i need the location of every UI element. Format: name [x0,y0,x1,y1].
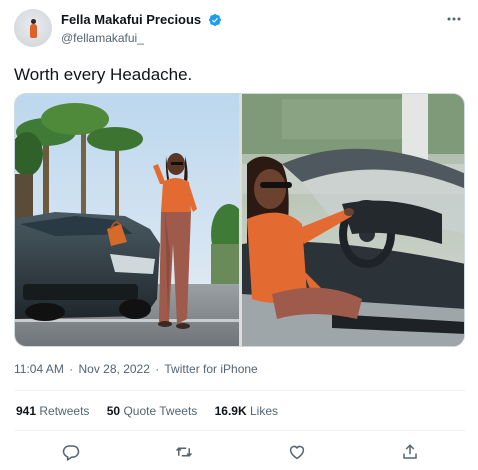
retweet-button[interactable] [172,440,196,464]
like-icon [289,445,305,460]
share-icon [403,444,417,459]
retweets-count: 941 [16,404,37,418]
tweet-stats: 941 Retweets 50 Quote Tweets 16.9K Likes [16,404,292,418]
tweet-date[interactable]: Nov 28, 2022 [79,362,150,376]
likes-label: Likes [250,404,279,418]
share-button[interactable] [398,440,422,464]
verified-badge-icon [208,13,221,26]
quotes-count: 50 [106,404,121,418]
more-options-icon[interactable] [444,11,464,27]
likes-count: 16.9K [214,404,247,418]
photo-woman-standing-by-car-image [15,94,239,346]
meta-separator: · [69,362,74,376]
tweet-time[interactable]: 11:04 AM [14,362,64,376]
reply-button[interactable] [59,440,83,464]
divider [14,390,466,391]
author-info: Fella Makafui Precious @fellamakafui_ [61,11,222,46]
divider [14,430,466,431]
photo-woman-driving-convertible[interactable] [242,94,464,346]
media-grid [14,93,465,347]
tweet-card: Fella Makafui Precious @fellamakafui_ Wo… [0,0,478,470]
author-display-name[interactable]: Fella Makafui Precious [61,11,201,28]
like-button[interactable] [285,440,309,464]
retweets-stat[interactable]: 941 Retweets [16,404,89,418]
retweet-icon [175,447,193,457]
quote-tweets-stat[interactable]: 50 Quote Tweets [107,404,198,418]
meta-separator: · [155,362,160,376]
photo-woman-driving-convertible-image [242,94,464,346]
likes-stat[interactable]: 16.9K Likes [215,404,278,418]
tweet-header: Fella Makafui Precious @fellamakafui_ [14,9,466,49]
tweet-meta: 11:04 AM · Nov 28, 2022 · Twitter for iP… [14,362,260,376]
author-handle[interactable]: @fellamakafui_ [61,30,222,46]
tweet-actions [14,440,466,464]
photo-woman-standing-by-car[interactable] [15,94,239,346]
tweet-source[interactable]: Twitter for iPhone [164,362,257,376]
tweet-text: Worth every Headache. [14,65,193,84]
avatar[interactable] [14,9,52,47]
reply-icon [62,445,80,461]
quotes-label: Quote Tweets [123,404,198,418]
retweets-label: Retweets [39,404,90,418]
